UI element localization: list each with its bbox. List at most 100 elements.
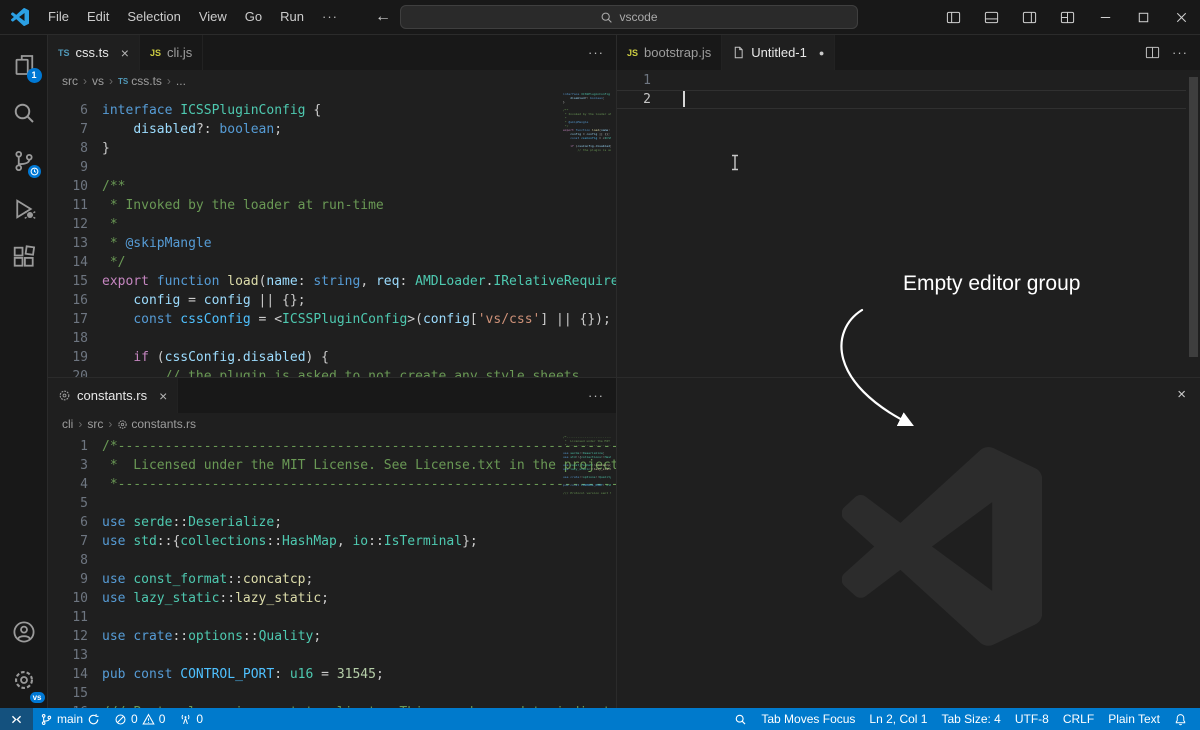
menu-run[interactable]: Run (271, 4, 313, 30)
code-line[interactable]: 12 * (48, 215, 616, 234)
vscode-logo-icon[interactable] (11, 8, 29, 26)
breadcrumb-item[interactable]: constants.rs (131, 417, 196, 431)
language-mode-status[interactable]: Plain Text (1101, 708, 1167, 730)
problems-status[interactable]: 0 0 (107, 708, 172, 730)
text-cursor (683, 91, 685, 107)
code-line[interactable]: 6use serde::Deserialize; (48, 513, 616, 532)
tab-untitled-1[interactable]: Untitled-1 ● (722, 35, 835, 70)
accounts-icon[interactable] (0, 608, 48, 656)
code-line[interactable]: 2 (617, 90, 1200, 109)
code-line[interactable]: 17 const cssConfig = <ICSSPluginConfig>(… (48, 310, 616, 329)
breadcrumb-item[interactable]: src (87, 417, 103, 431)
line-number: 16 (48, 291, 102, 310)
tab-constants-rs[interactable]: constants.rs × (48, 378, 178, 413)
code-line[interactable]: 3 * Licensed under the MIT License. See … (48, 456, 616, 475)
tab-close-icon[interactable]: × (159, 388, 167, 404)
customize-layout-icon[interactable] (1048, 0, 1086, 35)
breadcrumb-item[interactable]: cli (62, 417, 73, 431)
code-line[interactable]: 15export function load(name: string, req… (48, 272, 616, 291)
breadcrumb-item[interactable]: vs (92, 74, 104, 88)
close-group-icon[interactable]: × (1177, 386, 1186, 403)
tab-label: Untitled-1 (751, 45, 807, 60)
code-line[interactable]: 10use lazy_static::lazy_static; (48, 589, 616, 608)
code-line[interactable]: 9use const_format::concatcp; (48, 570, 616, 589)
back-arrow-icon[interactable]: ← (375, 8, 391, 26)
breadcrumb-item[interactable]: ... (176, 74, 186, 88)
menu-selection[interactable]: Selection (118, 4, 189, 30)
screen-reader-search[interactable] (727, 708, 754, 730)
code-line[interactable]: 11 (48, 608, 616, 627)
code-line[interactable]: 14 */ (48, 253, 616, 272)
code-line[interactable]: 14pub const CONTROL_PORT: u16 = 31545; (48, 665, 616, 684)
eol-label: CRLF (1063, 712, 1094, 726)
run-debug-icon[interactable] (0, 185, 48, 233)
more-actions-icon[interactable]: ··· (588, 45, 604, 60)
code-line[interactable]: 20 // the plugin is asked to not create … (48, 367, 616, 377)
menu-go[interactable]: Go (236, 4, 271, 30)
split-editor-icon[interactable] (1145, 45, 1160, 60)
activity-bar: 1 (0, 35, 48, 708)
breadcrumb: cli› src› constants.rs (48, 413, 616, 435)
menu-file[interactable]: File (39, 4, 78, 30)
menu-overflow[interactable]: ··· (313, 4, 347, 30)
tab-bootstrap-js[interactable]: JS bootstrap.js (617, 35, 722, 70)
menu-edit[interactable]: Edit (78, 4, 118, 30)
tab-close-icon[interactable]: × (121, 45, 129, 61)
minimap[interactable]: /*--------------------------------------… (563, 435, 611, 708)
code-line[interactable]: 6interface ICSSPluginConfig { (48, 101, 616, 120)
code-line[interactable]: 4 *-------------------------------------… (48, 475, 616, 494)
explorer-icon[interactable]: 1 (0, 41, 48, 89)
code-line[interactable]: 8 (48, 551, 616, 570)
settings-gear-icon[interactable]: vs (0, 656, 48, 704)
scrollbar[interactable] (1189, 77, 1198, 357)
code-line[interactable]: 18 (48, 329, 616, 348)
code-line[interactable]: 9 (48, 158, 616, 177)
remote-indicator[interactable] (0, 708, 33, 730)
code-line[interactable]: 13 * @skipMangle (48, 234, 616, 253)
code-line[interactable]: 10/** (48, 177, 616, 196)
code-line[interactable]: 1 (617, 71, 1200, 90)
code-line[interactable]: 15 (48, 684, 616, 703)
notifications-status[interactable] (1167, 708, 1194, 730)
toggle-secondary-sidebar-icon[interactable] (1010, 0, 1048, 35)
tab-moves-focus-status[interactable]: Tab Moves Focus (754, 708, 862, 730)
minimap[interactable]: interface ICSSPluginConfig { disabled?: … (563, 92, 611, 377)
ports-status[interactable]: 0 (172, 708, 210, 730)
more-actions-icon[interactable]: ··· (1172, 45, 1188, 60)
code-editor-constants-rs[interactable]: 1/*-------------------------------------… (48, 435, 616, 708)
encoding-status[interactable]: UTF-8 (1008, 708, 1056, 730)
tab-css-ts[interactable]: TS css.ts × (48, 35, 140, 70)
code-line[interactable]: 16 config = config || {}; (48, 291, 616, 310)
git-branch-status[interactable]: main (33, 708, 107, 730)
code-line[interactable]: 7 disabled?: boolean; (48, 120, 616, 139)
cursor-position-status[interactable]: Ln 2, Col 1 (862, 708, 934, 730)
eol-status[interactable]: CRLF (1056, 708, 1101, 730)
code-line[interactable]: 13 (48, 646, 616, 665)
minimize-button[interactable] (1086, 0, 1124, 35)
breadcrumb-item[interactable]: css.ts (131, 74, 162, 88)
close-button[interactable] (1162, 0, 1200, 35)
toggle-sidebar-icon[interactable] (934, 0, 972, 35)
more-actions-icon[interactable]: ··· (588, 388, 604, 403)
code-line[interactable]: 1/*-------------------------------------… (48, 437, 616, 456)
toggle-panel-icon[interactable] (972, 0, 1010, 35)
code-line[interactable]: 7use std::{collections::HashMap, io::IsT… (48, 532, 616, 551)
code-line[interactable]: 5 (48, 494, 616, 513)
extensions-icon[interactable] (0, 233, 48, 281)
tab-cli-js[interactable]: JS cli.js (140, 35, 203, 70)
maximize-button[interactable] (1124, 0, 1162, 35)
dirty-indicator-icon[interactable]: ● (819, 48, 824, 58)
code-line[interactable]: 11 * Invoked by the loader at run-time (48, 196, 616, 215)
source-control-icon[interactable] (0, 137, 48, 185)
search-view-icon[interactable] (0, 89, 48, 137)
code-line[interactable]: 12use crate::options::Quality; (48, 627, 616, 646)
line-number: 20 (48, 367, 102, 377)
code-line[interactable]: 8} (48, 139, 616, 158)
indentation-status[interactable]: Tab Size: 4 (934, 708, 1007, 730)
command-center-search[interactable]: vscode (400, 5, 858, 29)
line-number: 14 (48, 665, 102, 684)
code-editor-css-ts[interactable]: 6interface ICSSPluginConfig {7 disabled?… (48, 92, 616, 377)
code-line[interactable]: 19 if (cssConfig.disabled) { (48, 348, 616, 367)
menu-view[interactable]: View (190, 4, 236, 30)
breadcrumb-item[interactable]: src (62, 74, 78, 88)
